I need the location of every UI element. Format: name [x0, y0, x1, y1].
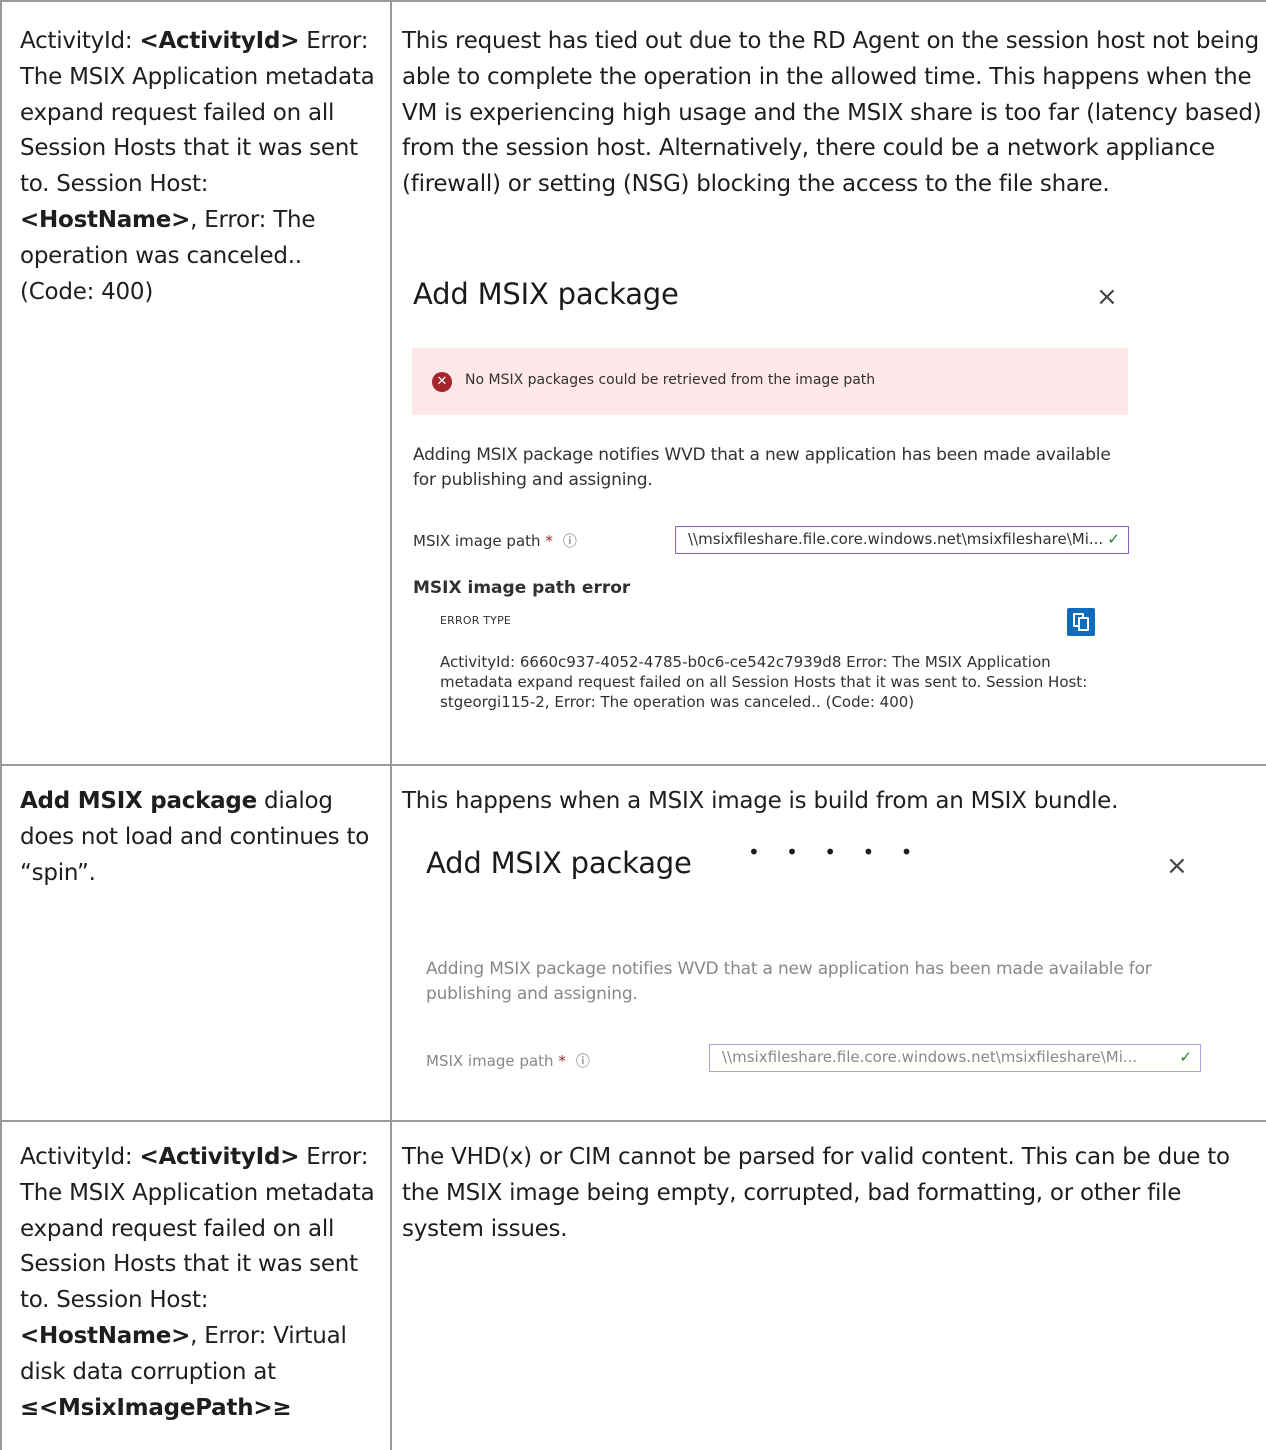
path-label: MSIX image path * ⓘ [413, 532, 577, 550]
error-details: ActivityId: 6660c937-4052-4785-b0c6-ce54… [440, 653, 1088, 711]
table-border-top [0, 0, 1266, 2]
row2-issue: Add MSIX package dialog does not load an… [20, 788, 370, 886]
error-icon: ✕ [432, 372, 452, 392]
dialog1-description: Adding MSIX package notifies WVD that a … [413, 445, 1111, 490]
info-icon[interactable]: ⓘ [576, 1054, 590, 1070]
dialog1-title: Add MSIX package [413, 277, 679, 311]
msix-image-path-input[interactable]: \\msixfileshare.file.core.windows.net\ms… [675, 526, 1129, 554]
error-heading: MSIX image path error [413, 578, 631, 598]
error-banner-text: No MSIX packages could be retrieved from… [465, 372, 876, 388]
msix-image-path-input[interactable]: \\msixfileshare.file.core.windows.net\ms… [709, 1044, 1201, 1072]
path-label: MSIX image path * ⓘ [426, 1052, 590, 1070]
path-input-value: \\msixfileshare.file.core.windows.net\ms… [722, 1048, 1138, 1066]
row3-explanation: The VHD(x) or CIM cannot be parsed for v… [402, 1144, 1230, 1242]
close-icon[interactable]: × [1096, 282, 1118, 312]
loading-indicator: • • • • • [748, 840, 923, 864]
info-icon[interactable]: ⓘ [563, 534, 577, 550]
close-icon[interactable]: × [1166, 851, 1188, 881]
row1-error-message: ActivityId: <ActivityId> Error: The MSIX… [20, 28, 375, 305]
copy-button[interactable] [1067, 608, 1095, 636]
check-icon: ✓ [1179, 1048, 1192, 1066]
row1-explanation: This request has tied out due to the RD … [402, 28, 1262, 198]
troubleshooting-table: ActivityId: <ActivityId> Error: The MSIX… [0, 0, 1266, 1450]
required-mark: * [558, 1052, 566, 1070]
error-banner: ✕ No MSIX packages could be retrieved fr… [412, 348, 1128, 415]
check-icon: ✓ [1107, 530, 1120, 548]
dialog2-description: Adding MSIX package notifies WVD that a … [426, 959, 1152, 1004]
required-mark: * [545, 532, 553, 550]
table-border-middle [390, 0, 392, 1450]
row-divider-2 [0, 1120, 1266, 1122]
dialog2-title: Add MSIX package [426, 846, 692, 880]
path-input-value: \\msixfileshare.file.core.windows.net\ms… [688, 530, 1104, 548]
table-border-left [0, 0, 2, 1450]
row3-error-message: ActivityId: <ActivityId> Error: The MSIX… [20, 1144, 375, 1421]
row-divider-1 [0, 764, 1266, 766]
error-type-label: ERROR TYPE [440, 614, 512, 627]
row2-explanation: This happens when a MSIX image is build … [402, 788, 1119, 814]
